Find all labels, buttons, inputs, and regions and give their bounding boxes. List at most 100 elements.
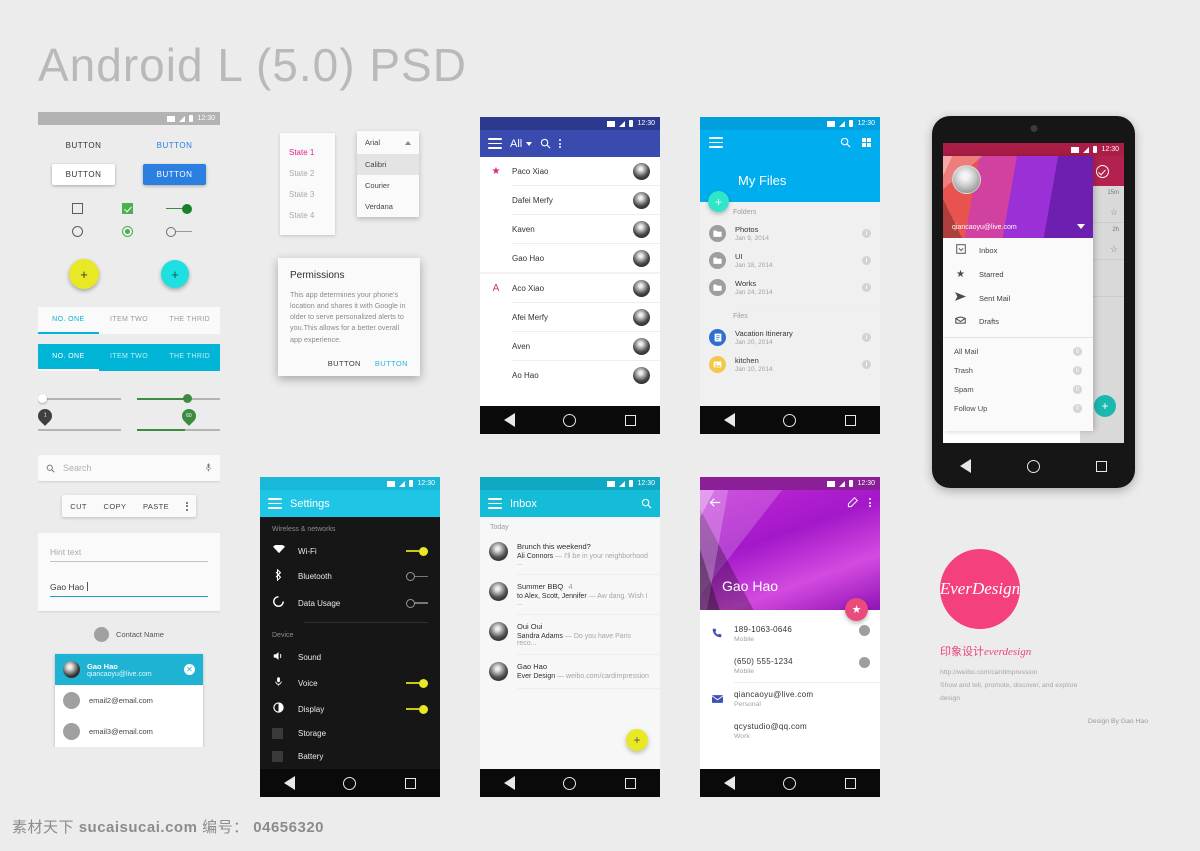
copy-button[interactable]: COPY [104, 502, 127, 511]
back-icon[interactable] [504, 413, 516, 427]
brand-url[interactable]: http://weibo.com/cardimpression [940, 667, 1170, 680]
file-row[interactable]: Works Jan 24, 2014 i [700, 274, 880, 301]
home-icon[interactable] [783, 413, 797, 427]
recents-icon[interactable] [624, 414, 636, 426]
radio-selected[interactable] [121, 226, 133, 237]
contact-chip[interactable]: Contact Name [38, 627, 220, 642]
settings-row-voice[interactable]: Voice [260, 670, 440, 696]
recents-icon[interactable] [404, 777, 416, 789]
edit-icon[interactable] [847, 497, 858, 508]
contact-row[interactable]: Dafei Merfy [480, 186, 660, 214]
drawer-item-inbox[interactable]: Inbox [943, 238, 1093, 263]
back-icon[interactable] [284, 776, 296, 790]
drawer-item-starred[interactable]: ★ Starred [943, 263, 1093, 286]
search-input[interactable]: Search [63, 463, 197, 473]
search-icon[interactable] [540, 138, 551, 149]
email-option-2[interactable]: email3@email.com [55, 716, 203, 747]
grid-view-icon[interactable] [861, 137, 871, 148]
microphone-icon[interactable] [205, 463, 212, 473]
recents-icon[interactable] [624, 777, 636, 789]
drawer-item-spam[interactable]: Spam 0 [943, 380, 1093, 399]
email-option-1[interactable]: email2@email.com [55, 685, 203, 716]
checkbox-unchecked[interactable] [71, 203, 83, 214]
fab-compose[interactable]: + [626, 729, 648, 751]
search-icon[interactable] [641, 498, 652, 509]
raised-button-white[interactable]: BUTTON [51, 164, 116, 185]
overflow-menu-icon[interactable] [185, 501, 188, 511]
settings-row-data-usage[interactable]: Data Usage [260, 590, 440, 616]
font-dropdown-trigger[interactable]: Arial [357, 131, 419, 154]
font-option-calibri[interactable]: Calibri [357, 154, 419, 175]
slider-pin-dark[interactable]: 1 [38, 406, 121, 433]
message-icon[interactable] [859, 625, 870, 636]
info-icon[interactable]: i [862, 256, 871, 265]
fab-cyan-add[interactable]: + [161, 260, 189, 288]
settings-row-storage[interactable]: Storage [260, 722, 440, 745]
menu-icon[interactable] [268, 498, 282, 509]
contact-phone-row[interactable]: (650) 555-1234 Mobile [700, 650, 880, 682]
slider-green[interactable] [137, 393, 220, 405]
home-icon[interactable] [783, 776, 797, 790]
contact-email-row[interactable]: qiancaoyu@live.com Personal [700, 683, 880, 715]
contact-row[interactable]: Afei Merfy [480, 303, 660, 331]
slider-pin-green[interactable]: 60 [137, 406, 220, 433]
star-icon[interactable]: ☆ [1110, 207, 1118, 218]
settings-row-display[interactable]: Display [260, 696, 440, 722]
email-picker-selected[interactable]: Gao Hao qiancaoyu@live.com ✕ [55, 654, 203, 685]
toggle-wifi[interactable] [406, 546, 428, 556]
menu-icon[interactable] [709, 137, 723, 148]
file-row[interactable]: Vacation Itinerary Jan 20, 2014 i [700, 324, 880, 351]
file-row[interactable]: UI Jan 18, 2014 i [700, 247, 880, 274]
back-icon[interactable] [724, 413, 736, 427]
contact-row[interactable]: Gao Hao [480, 244, 660, 272]
info-icon[interactable]: i [862, 229, 871, 238]
home-icon[interactable] [563, 413, 577, 427]
drawer-item-trash[interactable]: Trash 0 [943, 361, 1093, 380]
fab-yellow-add[interactable]: + [69, 259, 99, 289]
tab-dark-0[interactable]: NO. ONE [38, 344, 99, 371]
settings-row-battery[interactable]: Battery [260, 745, 440, 768]
checkbox-checked[interactable] [121, 203, 133, 214]
overflow-menu-icon[interactable] [559, 139, 562, 148]
back-icon[interactable] [504, 776, 516, 790]
contact-row[interactable]: Kaven [480, 215, 660, 243]
message-icon[interactable] [859, 657, 870, 668]
recents-icon[interactable] [844, 414, 856, 426]
back-icon[interactable] [724, 776, 736, 790]
fab-add-file[interactable]: + [708, 191, 729, 212]
settings-row-wifi[interactable]: Wi-Fi [260, 539, 440, 563]
slider-empty[interactable] [38, 393, 121, 405]
contact-email-row[interactable]: qcystudio@qq.com Work [700, 715, 880, 747]
home-icon[interactable] [563, 776, 577, 790]
paste-button[interactable]: PASTE [143, 502, 169, 511]
inbox-message-row[interactable]: Gao Hao Ever Design — weibo.com/cardimpr… [480, 655, 660, 688]
home-icon[interactable] [343, 776, 357, 790]
info-icon[interactable]: i [862, 360, 871, 369]
contact-row[interactable]: ★ Paco Xiao [480, 157, 660, 185]
state-item-4[interactable]: State 4 [280, 205, 335, 226]
state-item-2[interactable]: State 2 [280, 163, 335, 184]
search-icon[interactable] [840, 137, 851, 148]
settings-row-sound[interactable]: Sound [260, 645, 440, 670]
state-item-3[interactable]: State 3 [280, 184, 335, 205]
file-row[interactable]: Photos Jan 9, 2014 i [700, 220, 880, 247]
avatar[interactable] [952, 165, 981, 194]
fab-compose[interactable]: + [1094, 395, 1116, 417]
radio-unselected[interactable] [71, 226, 83, 237]
dialog-cancel-button[interactable]: BUTTON [328, 359, 361, 368]
cut-button[interactable]: CUT [70, 502, 87, 511]
star-icon[interactable]: ☆ [1110, 244, 1118, 255]
toggle-data-usage[interactable] [406, 598, 428, 608]
switch-on[interactable] [166, 203, 192, 214]
contacts-filter-dropdown[interactable]: All [510, 138, 533, 150]
raised-button-blue[interactable]: BUTTON [142, 164, 207, 185]
switch-off[interactable] [166, 226, 192, 237]
contact-row[interactable]: Aven [480, 332, 660, 360]
file-row[interactable]: kitchen Jan 10, 2014 i [700, 351, 880, 378]
search-field[interactable]: Search [38, 455, 220, 481]
text-field-filled[interactable]: Gao Hao [50, 582, 208, 597]
overflow-menu-icon[interactable] [869, 498, 871, 507]
back-icon[interactable] [960, 459, 971, 473]
tab-dark-1[interactable]: ITEM TWO [99, 344, 160, 371]
dialog-confirm-button[interactable]: BUTTON [375, 359, 408, 368]
